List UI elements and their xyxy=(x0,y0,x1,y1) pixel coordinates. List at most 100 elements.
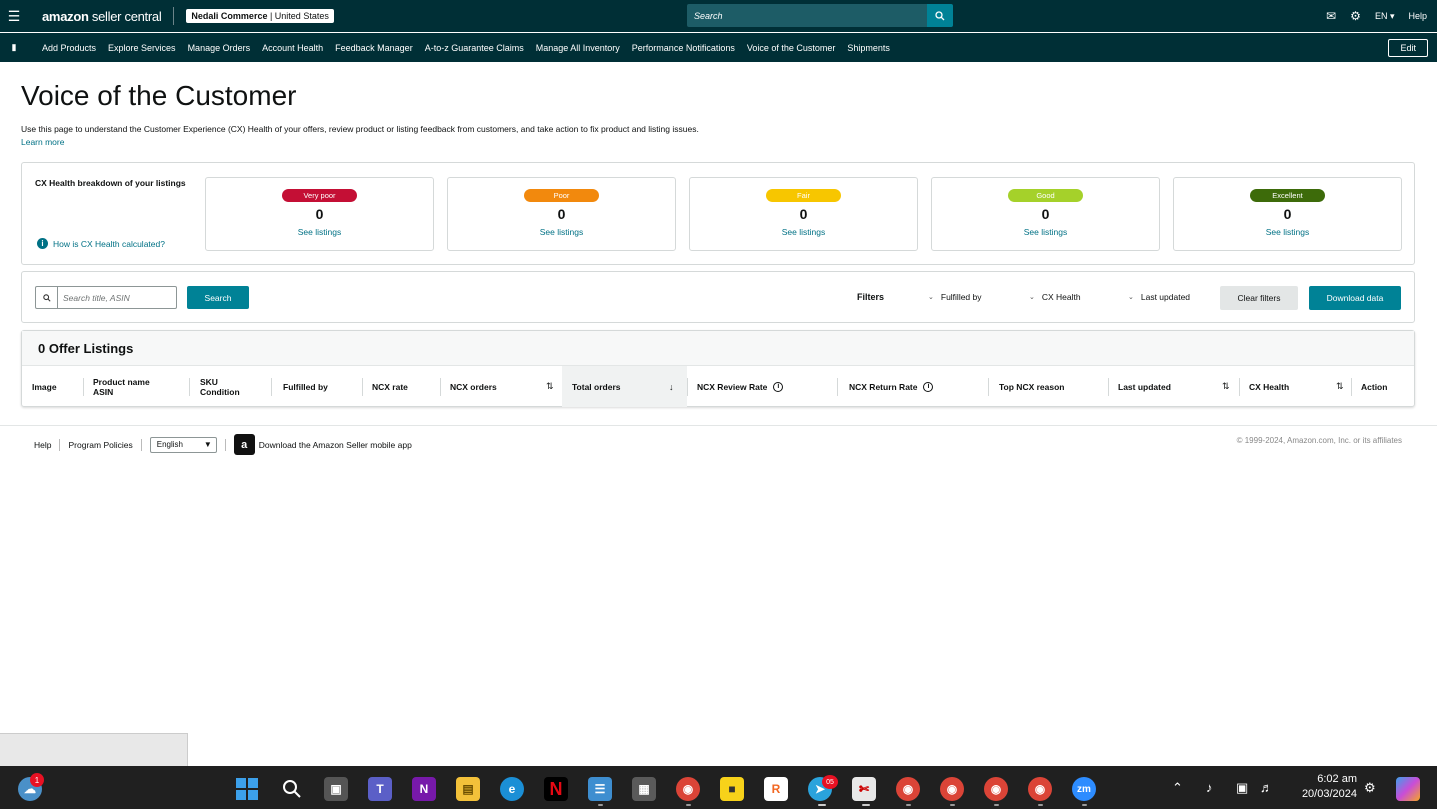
help-link[interactable]: Help xyxy=(1408,11,1427,21)
notification-icon[interactable]: ⚙ xyxy=(1364,766,1376,809)
col-ncx-return-rate[interactable]: NCX Return Rate i xyxy=(849,366,934,407)
teams-icon[interactable]: T xyxy=(368,777,392,801)
info-icon[interactable]: i xyxy=(773,381,784,392)
sort-icon[interactable]: ⇅ xyxy=(1336,381,1344,392)
see-listings-excellent[interactable]: See listings xyxy=(1174,227,1401,237)
telegram-badge: 05 xyxy=(822,775,838,789)
top-right-controls: ✉ ⚙ EN ▾ Help xyxy=(1326,0,1427,32)
sort-icon[interactable]: ⇅ xyxy=(546,381,554,392)
filters-label: Filters xyxy=(857,292,885,302)
sort-icon[interactable]: ⇅ xyxy=(1222,381,1230,392)
task-view-icon[interactable]: ▣ xyxy=(324,777,348,801)
clear-filters-button[interactable]: Clear filters xyxy=(1220,286,1298,310)
col-cx-health[interactable]: CX Health ⇅ xyxy=(1249,366,1349,407)
see-listings-good[interactable]: See listings xyxy=(932,227,1159,237)
see-listings-fair[interactable]: See listings xyxy=(690,227,917,237)
network-icon[interactable]: ▣ xyxy=(1236,766,1248,809)
nav-atoz-claims[interactable]: A-to-z Guarantee Claims xyxy=(425,43,524,53)
col-ncx-rate[interactable]: NCX rate xyxy=(372,366,408,407)
download-data-button[interactable]: Download data xyxy=(1309,286,1401,310)
nav-manage-orders[interactable]: Manage Orders xyxy=(188,43,251,53)
search-icon[interactable] xyxy=(280,777,304,801)
chevron-up-icon[interactable]: ⌃ xyxy=(1172,766,1183,809)
file-explorer-icon[interactable]: ▤ xyxy=(456,777,480,801)
amazon-app-icon[interactable]: a xyxy=(233,434,255,455)
column-divider xyxy=(1239,378,1240,396)
col-ncx-orders[interactable]: NCX orders ⇅ xyxy=(450,366,562,407)
onenote-icon[interactable]: N xyxy=(412,777,436,801)
chrome-icon[interactable]: ◉ xyxy=(676,777,700,801)
col-ncx-rate-label: NCX rate xyxy=(372,381,408,392)
col-fulfilled-by[interactable]: Fulfilled by xyxy=(283,366,328,407)
col-last-updated[interactable]: Last updated ⇅ xyxy=(1118,366,1238,407)
notepad-icon[interactable]: ☰ xyxy=(588,777,612,801)
edge-icon[interactable]: e xyxy=(500,777,524,801)
col-ncx-review-rate[interactable]: NCX Review Rate i xyxy=(697,366,784,407)
page-title: Voice of the Customer xyxy=(21,80,297,111)
windows-start-icon[interactable] xyxy=(235,777,259,801)
learn-more-link[interactable]: Learn more xyxy=(21,137,64,147)
nav-explore-services[interactable]: Explore Services xyxy=(108,43,176,53)
col-ncx-orders-label: NCX orders xyxy=(450,381,497,392)
nav-add-products[interactable]: Add Products xyxy=(42,43,96,53)
language-select[interactable]: EN ▾ xyxy=(1375,11,1395,22)
col-product-name[interactable]: Product name ASIN xyxy=(93,366,150,407)
running-indicator xyxy=(994,804,999,806)
nav-manage-inventory[interactable]: Manage All Inventory xyxy=(536,43,620,53)
footer-help-link[interactable]: Help xyxy=(34,440,51,450)
snipping-tool-icon[interactable]: ✄ xyxy=(852,777,876,801)
last-updated-dropdown[interactable]: ⌄ Last updated xyxy=(1128,292,1190,302)
see-listings-poor[interactable]: See listings xyxy=(448,227,675,237)
footer-language-select[interactable]: English ▼ xyxy=(149,436,217,453)
col-total-orders-label: Total orders xyxy=(572,381,621,392)
cx-card-very-poor: Very poor 0 See listings xyxy=(205,177,434,251)
global-search-input[interactable]: Search xyxy=(687,4,927,27)
running-indicator xyxy=(862,804,870,806)
col-sku[interactable]: SKU Condition xyxy=(200,366,240,407)
download-app-link[interactable]: Download the Amazon Seller mobile app xyxy=(259,440,412,450)
system-clock[interactable]: 6:02 am 20/03/2024 xyxy=(1302,772,1357,802)
fulfilled-by-dropdown[interactable]: ⌄ Fulfilled by xyxy=(928,292,982,302)
nav-voice-of-customer[interactable]: Voice of the Customer xyxy=(747,43,836,53)
account-region: United States xyxy=(274,11,329,21)
program-policies-link[interactable]: Program Policies xyxy=(68,440,132,450)
chrome-profile-icon[interactable]: ◉ xyxy=(896,777,920,801)
clock-time: 6:02 am xyxy=(1317,773,1357,785)
sticky-notes-icon[interactable]: ■ xyxy=(720,777,744,801)
listing-search-box: Search title, ASIN xyxy=(35,286,177,309)
arrow-down-icon[interactable]: ↓ xyxy=(669,382,674,392)
col-top-ncx-reason[interactable]: Top NCX reason xyxy=(999,366,1065,407)
ringcentral-icon[interactable]: R xyxy=(764,777,788,801)
seller-central-logo[interactable]: amazon seller central xyxy=(42,9,162,24)
edit-nav-button[interactable]: Edit xyxy=(1388,39,1428,57)
running-indicator xyxy=(950,804,955,806)
listing-search-input[interactable]: Search title, ASIN xyxy=(58,293,130,303)
column-divider xyxy=(988,378,989,396)
netflix-icon[interactable]: N xyxy=(544,777,568,801)
col-action-label: Action xyxy=(1361,381,1388,392)
cx-health-help-link[interactable]: i How is CX Health calculated? xyxy=(37,238,165,249)
zoom-icon[interactable]: zm xyxy=(1072,777,1096,801)
col-total-orders[interactable]: Total orders ↓ xyxy=(562,366,687,407)
copilot-icon[interactable] xyxy=(1396,777,1420,801)
cx-health-dropdown[interactable]: ⌄ CX Health xyxy=(1029,292,1081,302)
search-button[interactable]: Search xyxy=(187,286,249,309)
chrome-profile-icon[interactable]: ◉ xyxy=(984,777,1008,801)
volume-icon[interactable]: ♬ xyxy=(1260,766,1273,809)
info-icon[interactable]: i xyxy=(923,381,934,392)
gear-icon[interactable]: ⚙ xyxy=(1350,9,1361,23)
nav-account-health[interactable]: Account Health xyxy=(262,43,323,53)
nav-performance-notifications[interactable]: Performance Notifications xyxy=(632,43,735,53)
menu-icon[interactable]: ☰ xyxy=(0,0,28,32)
calculator-icon[interactable]: ▦ xyxy=(632,777,656,801)
account-switcher[interactable]: Nedali Commerce | United States xyxy=(186,9,334,23)
chrome-profile-icon[interactable]: ◉ xyxy=(1028,777,1052,801)
mail-icon[interactable]: ✉ xyxy=(1326,9,1336,23)
nav-feedback-manager[interactable]: Feedback Manager xyxy=(335,43,413,53)
nav-shipments[interactable]: Shipments xyxy=(847,43,890,53)
bookmark-icon[interactable]: ▮ xyxy=(0,42,28,53)
chrome-profile-icon[interactable]: ◉ xyxy=(940,777,964,801)
see-listings-very-poor[interactable]: See listings xyxy=(206,227,433,237)
search-icon[interactable] xyxy=(927,4,953,27)
microphone-icon[interactable]: ♪ xyxy=(1206,766,1213,809)
